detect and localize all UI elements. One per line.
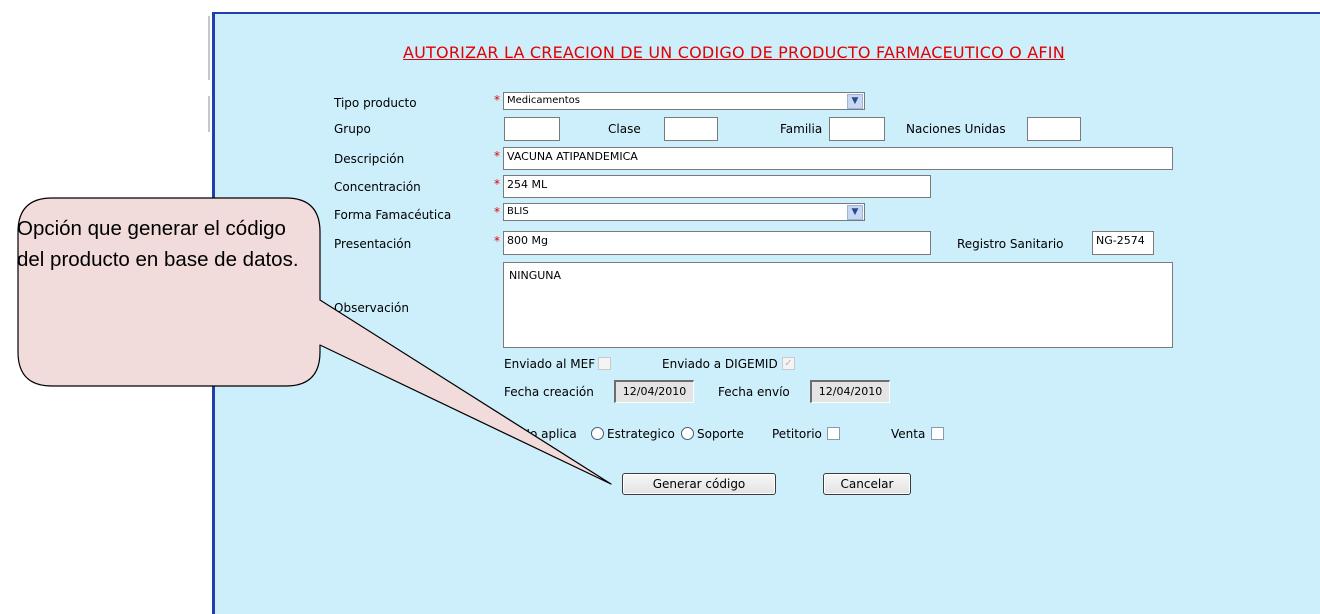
callout-text: Opción que generar el código del product… <box>17 217 299 271</box>
callout-shape <box>17 197 612 485</box>
